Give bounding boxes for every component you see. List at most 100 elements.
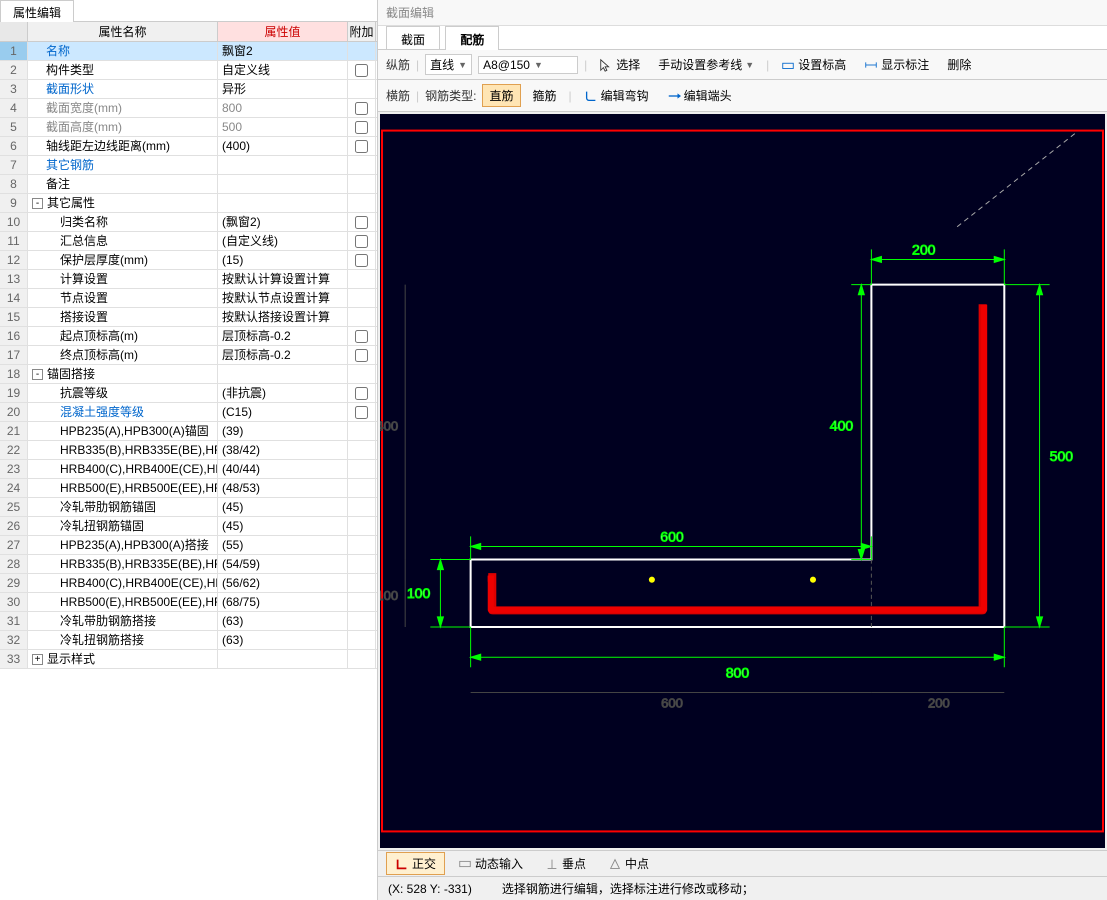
property-row[interactable]: 5截面高度(mm)500 (0, 118, 377, 137)
property-row[interactable]: 23HRB400(C),HRB400E(CE),HRBF(40/44) (0, 460, 377, 479)
property-value-cell[interactable]: 异形 (218, 80, 348, 98)
extra-checkbox[interactable] (355, 349, 368, 362)
property-row[interactable]: 10归类名称(飘窗2) (0, 213, 377, 232)
btn-show-label[interactable]: 显示标注 (858, 54, 935, 75)
property-row[interactable]: 12保护层厚度(mm)(15) (0, 251, 377, 270)
property-row[interactable]: 13计算设置按默认计算设置计算 (0, 270, 377, 289)
extra-checkbox[interactable] (355, 330, 368, 343)
tab-rebar[interactable]: 配筋 (445, 26, 499, 52)
property-value-cell[interactable] (218, 175, 348, 193)
property-value-cell[interactable]: (63) (218, 612, 348, 630)
property-row[interactable]: 6轴线距左边线距离(mm)(400) (0, 137, 377, 156)
extra-checkbox[interactable] (355, 121, 368, 134)
property-row[interactable]: 26冷轧扭钢筋锚固(45) (0, 517, 377, 536)
btn-stirrup[interactable]: 箍筋 (527, 85, 563, 106)
btn-edit-end[interactable]: 编辑端头 (661, 85, 738, 106)
property-name-cell[interactable]: 截面形状 (28, 80, 218, 98)
property-row[interactable]: 8备注 (0, 175, 377, 194)
btn-delete[interactable]: 删除 (941, 54, 977, 75)
property-name-cell[interactable]: 搭接设置 (28, 308, 218, 326)
property-name-cell[interactable]: 其它钢筋 (28, 156, 218, 174)
property-name-cell[interactable]: 节点设置 (28, 289, 218, 307)
property-row[interactable]: 2构件类型自定义线 (0, 61, 377, 80)
property-row[interactable]: 1名称飘窗2 (0, 42, 377, 61)
property-name-cell[interactable]: 起点顶标高(m) (28, 327, 218, 345)
property-row[interactable]: 32冷轧扭钢筋搭接(63) (0, 631, 377, 650)
property-value-cell[interactable]: 层顶标高-0.2 (218, 346, 348, 364)
property-row[interactable]: 21HPB235(A),HPB300(A)锚固(39) (0, 422, 377, 441)
property-value-cell[interactable]: 按默认搭接设置计算 (218, 308, 348, 326)
extra-checkbox[interactable] (355, 216, 368, 229)
extra-checkbox[interactable] (355, 235, 368, 248)
property-row[interactable]: 15搭接设置按默认搭接设置计算 (0, 308, 377, 327)
btn-dynamic-input[interactable]: 动态输入 (449, 852, 532, 875)
property-value-cell[interactable]: (飘窗2) (218, 213, 348, 231)
extra-checkbox[interactable] (355, 64, 368, 77)
property-row[interactable]: 25冷轧带肋钢筋锚固(45) (0, 498, 377, 517)
property-value-cell[interactable]: (39) (218, 422, 348, 440)
property-value-cell[interactable]: (48/53) (218, 479, 348, 497)
property-name-cell[interactable]: 冷轧带肋钢筋搭接 (28, 612, 218, 630)
property-name-cell[interactable]: 冷轧扭钢筋锚固 (28, 517, 218, 535)
tab-section[interactable]: 截面 (386, 26, 440, 52)
property-value-cell[interactable]: 按默认节点设置计算 (218, 289, 348, 307)
property-row[interactable]: 11汇总信息(自定义线) (0, 232, 377, 251)
property-name-cell[interactable]: 构件类型 (28, 61, 218, 79)
property-value-cell[interactable]: 500 (218, 118, 348, 136)
property-value-cell[interactable]: (38/42) (218, 441, 348, 459)
property-row[interactable]: 27HPB235(A),HPB300(A)搭接(55) (0, 536, 377, 555)
btn-perpendicular[interactable]: 垂点 (536, 852, 595, 875)
property-value-cell[interactable]: 800 (218, 99, 348, 117)
property-name-cell[interactable]: 轴线距左边线距离(mm) (28, 137, 218, 155)
property-row[interactable]: 19抗震等级(非抗震) (0, 384, 377, 403)
property-name-cell[interactable]: 冷轧扭钢筋搭接 (28, 631, 218, 649)
property-row[interactable]: 20混凝土强度等级(C15) (0, 403, 377, 422)
property-name-cell[interactable]: -锚固搭接 (28, 365, 218, 383)
property-name-cell[interactable]: 归类名称 (28, 213, 218, 231)
property-value-cell[interactable]: (自定义线) (218, 232, 348, 250)
btn-set-elevation[interactable]: 设置标高 (775, 54, 852, 75)
extra-checkbox[interactable] (355, 387, 368, 400)
property-name-cell[interactable]: 终点顶标高(m) (28, 346, 218, 364)
property-name-cell[interactable]: HPB235(A),HPB300(A)锚固 (28, 422, 218, 440)
property-name-cell[interactable]: 保护层厚度(mm) (28, 251, 218, 269)
property-value-cell[interactable]: (63) (218, 631, 348, 649)
property-value-cell[interactable] (218, 156, 348, 174)
property-value-cell[interactable]: (15) (218, 251, 348, 269)
property-name-cell[interactable]: HRB335(B),HRB335E(BE),HRBF (28, 555, 218, 573)
property-name-cell[interactable]: 计算设置 (28, 270, 218, 288)
property-name-cell[interactable]: +显示样式 (28, 650, 218, 668)
property-name-cell[interactable]: 截面高度(mm) (28, 118, 218, 136)
property-value-cell[interactable]: 层顶标高-0.2 (218, 327, 348, 345)
property-name-cell[interactable]: 汇总信息 (28, 232, 218, 250)
property-name-cell[interactable]: 冷轧带肋钢筋锚固 (28, 498, 218, 516)
btn-midpoint[interactable]: 中点 (599, 852, 658, 875)
property-row[interactable]: 31冷轧带肋钢筋搭接(63) (0, 612, 377, 631)
dropdown-rebar-spec[interactable]: A8@150 ▼ (478, 56, 578, 74)
property-value-cell[interactable]: 飘窗2 (218, 42, 348, 60)
btn-ortho[interactable]: 正交 (386, 852, 445, 875)
property-value-cell[interactable]: (非抗震) (218, 384, 348, 402)
extra-checkbox[interactable] (355, 254, 368, 267)
property-name-cell[interactable]: 混凝土强度等级 (28, 403, 218, 421)
property-name-cell[interactable]: 抗震等级 (28, 384, 218, 402)
property-name-cell[interactable]: HRB335(B),HRB335E(BE),HRBF (28, 441, 218, 459)
property-value-cell[interactable]: (68/75) (218, 593, 348, 611)
tab-property-edit[interactable]: 属性编辑 (0, 0, 74, 24)
property-row[interactable]: 22HRB335(B),HRB335E(BE),HRBF(38/42) (0, 441, 377, 460)
property-name-cell[interactable]: HRB500(E),HRB500E(EE),HRBF (28, 593, 218, 611)
property-value-cell[interactable]: (400) (218, 137, 348, 155)
property-value-cell[interactable] (218, 194, 348, 212)
property-value-cell[interactable]: (56/62) (218, 574, 348, 592)
property-row[interactable]: 16起点顶标高(m)层顶标高-0.2 (0, 327, 377, 346)
property-name-cell[interactable]: HRB400(C),HRB400E(CE),HRBF (28, 460, 218, 478)
btn-edit-hook[interactable]: 编辑弯钩 (578, 85, 655, 106)
property-value-cell[interactable]: (40/44) (218, 460, 348, 478)
property-value-cell[interactable]: (54/59) (218, 555, 348, 573)
group-toggle-icon[interactable]: - (32, 369, 43, 380)
property-value-cell[interactable] (218, 650, 348, 668)
property-row[interactable]: 28HRB335(B),HRB335E(BE),HRBF(54/59) (0, 555, 377, 574)
property-row[interactable]: 14节点设置按默认节点设置计算 (0, 289, 377, 308)
dropdown-line-type[interactable]: 直线 ▼ (425, 54, 472, 75)
property-value-cell[interactable]: (C15) (218, 403, 348, 421)
